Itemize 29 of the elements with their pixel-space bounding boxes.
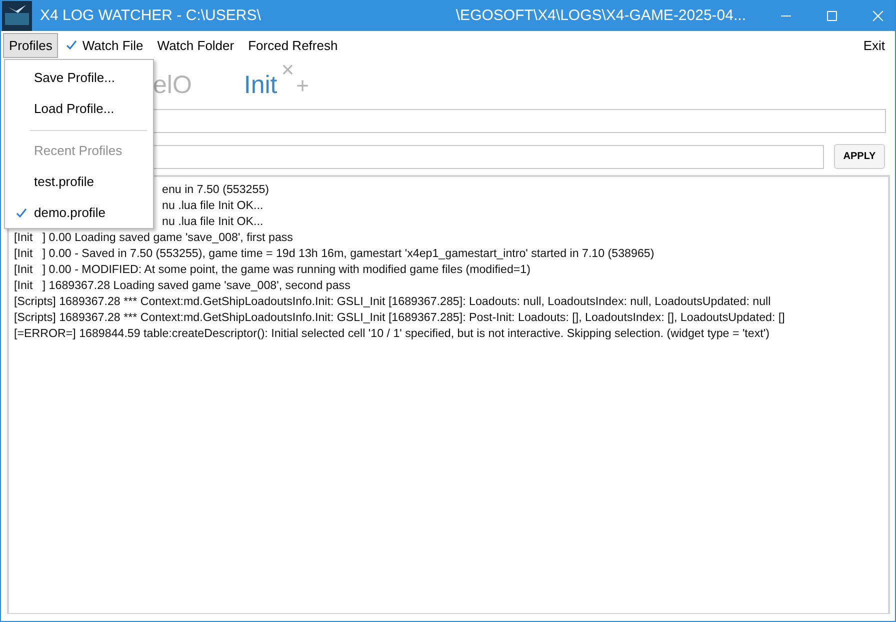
menu-header: Recent Profiles — [33, 142, 124, 160]
menu-item[interactable]: Save Profile... — [5, 62, 153, 93]
apply-button[interactable]: APPLY — [834, 144, 885, 169]
log-line: [Init ] 0.00 Loading saved game 'save_008', first pass — [14, 230, 293, 246]
app-icon — [2, 0, 32, 30]
window-title: \EGOSOFT\X4\LOGS\X4-GAME-2025-04... — [456, 7, 746, 24]
menu-item[interactable]: Watch Folder — [151, 32, 240, 58]
menu-item[interactable]: test.profile — [5, 166, 153, 197]
log-line: nu .lua file Init OK... — [162, 198, 264, 214]
log-line: [=ERROR=] 1689844.59 table:createDescriptor(): Initial selected cell '10 / 1' specified, but is not interactive. Skipping selection. (widget type = 'text') — [14, 326, 770, 342]
check-icon — [66, 40, 78, 50]
log-line: [Init ] 0.00 - MODIFIED: At some point, the game was running with modified game files (modified=1) — [14, 262, 530, 278]
check-icon — [16, 208, 27, 218]
menu-item[interactable]: demo.profile — [5, 197, 153, 228]
tab[interactable]: Init — [240, 71, 282, 103]
log-line: [Scripts] 1689367.28 *** Context:md.GetShipLoadoutsInfo.Init: GSLI_Init [1689367.285]: Loadouts: null, LoadoutsIndex: null, LoadoutsUpdated: null — [14, 294, 771, 310]
close-icon[interactable] — [872, 10, 884, 22]
log-line: nu .lua file Init OK... — [162, 214, 264, 230]
exit-menu-item[interactable]: Exit — [857, 32, 891, 58]
window-title: X4 LOG WATCHER - C:\USERS\ — [40, 7, 261, 24]
log-line: enu in 7.50 (553255) — [162, 182, 270, 198]
log-line: [Scripts] 1689367.28 *** Context:md.GetShipLoadoutsInfo.Init: GSLI_Init [1689367.285]: Post-Init: Loadouts: [], LoadoutsIndex: [], LoadoutsUpdated: [] — [14, 310, 785, 326]
menu-item[interactable]: Profiles — [3, 32, 58, 58]
menu-item[interactable]: Forced Refresh — [242, 32, 344, 58]
maximize-icon[interactable] — [826, 10, 838, 22]
log-line: [Init ] 0.00 - Saved in 7.50 (553255), game time = 19d 13h 16m, gamestart 'x4ep1_gamestart_intro' started in 7.10 (538965) — [14, 246, 654, 262]
menu-item[interactable]: Watch File — [60, 32, 150, 58]
log-line: [Init ] 1689367.28 Loading saved game 'save_008', second pass — [14, 278, 350, 294]
menu-item[interactable]: Load Profile... — [5, 93, 153, 124]
